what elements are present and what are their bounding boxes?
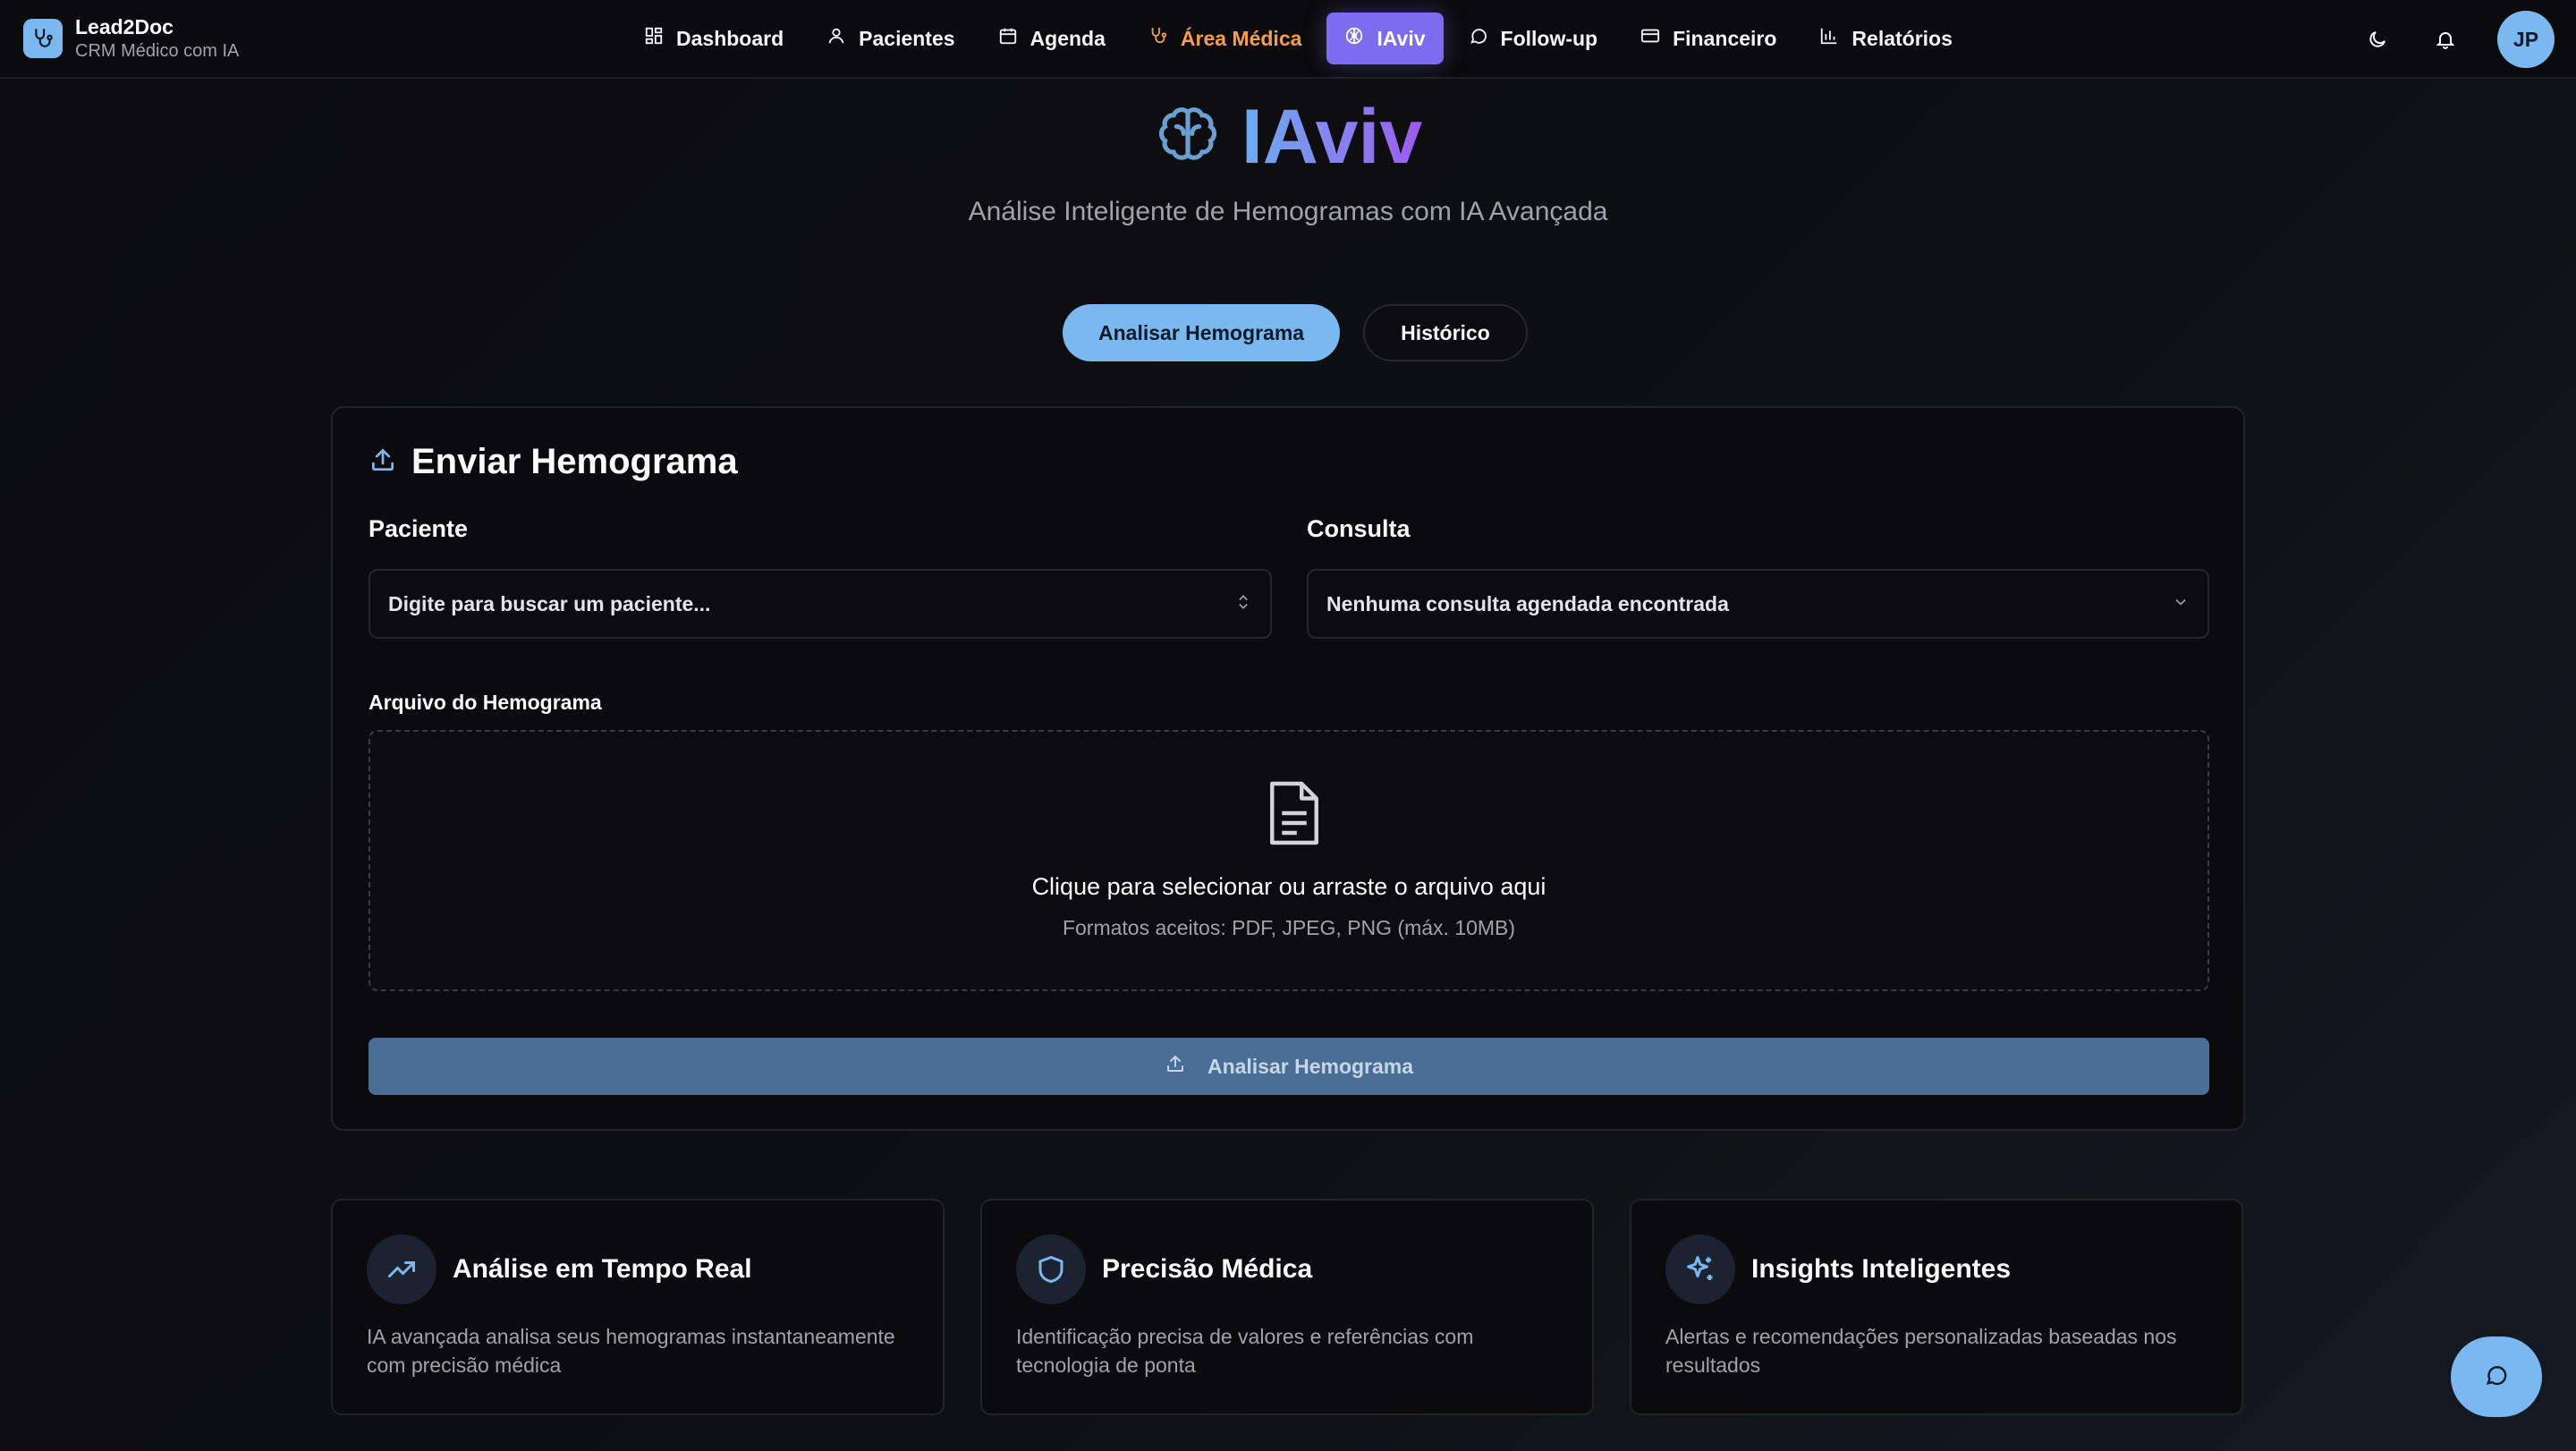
page-subtitle: Análise Inteligente de Hemogramas com IA… bbox=[968, 197, 1608, 226]
nav-label: Relatórios bbox=[1852, 26, 1953, 50]
dropzone-formats: Formatos aceitos: PDF, JPEG, PNG (máx. 1… bbox=[1062, 916, 1516, 939]
nav-label: Pacientes bbox=[859, 26, 955, 50]
file-text-icon bbox=[1265, 778, 1324, 853]
nav-label: Área Médica bbox=[1180, 26, 1302, 50]
nav-item-iaviv[interactable]: IAviv bbox=[1326, 13, 1444, 64]
upload-icon bbox=[369, 445, 397, 479]
chevron-down-icon bbox=[2172, 592, 2190, 616]
file-label: Arquivo do Hemograma bbox=[369, 691, 602, 714]
stethoscope-logo-icon bbox=[23, 19, 63, 58]
consult-select-value: Nenhuma consulta agendada encontrada bbox=[1326, 591, 1729, 615]
feature-card-insights: Insights Inteligentes Alertas e recomend… bbox=[1630, 1199, 2243, 1415]
tab-analisar-hemograma[interactable]: Analisar Hemograma bbox=[1063, 304, 1341, 361]
user-avatar[interactable]: JP bbox=[2497, 11, 2555, 68]
chevrons-up-down-icon bbox=[1234, 592, 1252, 616]
feature-title: Precisão Médica bbox=[1102, 1254, 1313, 1284]
consult-select[interactable]: Nenhuma consulta agendada encontrada bbox=[1307, 569, 2209, 639]
submit-label: Analisar Hemograma bbox=[1207, 1054, 1414, 1078]
view-tabs: Analisar Hemograma Histórico bbox=[1063, 304, 1528, 361]
nav-item-follow-up[interactable]: Follow-up bbox=[1451, 13, 1616, 64]
brain-icon bbox=[1344, 26, 1364, 51]
feature-card-real-time: Análise em Tempo Real IA avançada analis… bbox=[331, 1199, 945, 1415]
patient-label: Paciente bbox=[369, 515, 469, 542]
feature-description: Alertas e recomendações personalizadas b… bbox=[1665, 1325, 2177, 1377]
nav-label: Dashboard bbox=[676, 26, 784, 50]
upload-card: Enviar Hemograma Paciente Digite para bu… bbox=[331, 406, 2245, 1131]
user-icon bbox=[826, 26, 846, 51]
analyze-submit-button[interactable]: Analisar Hemograma bbox=[369, 1038, 2209, 1095]
file-dropzone[interactable]: Clique para selecionar ou arraste o arqu… bbox=[369, 730, 2209, 991]
feature-description: IA avançada analisa seus hemogramas inst… bbox=[367, 1325, 895, 1377]
feature-card-precision: Precisão Médica Identificação precisa de… bbox=[980, 1199, 1594, 1415]
bar-chart-icon bbox=[1819, 26, 1839, 51]
brain-icon bbox=[1154, 101, 1222, 174]
stethoscope-icon bbox=[1148, 26, 1168, 51]
top-right-controls: JP bbox=[2361, 11, 2555, 68]
nav-item-relatorios[interactable]: Relatórios bbox=[1801, 13, 1970, 64]
shield-icon bbox=[1016, 1235, 1086, 1304]
nav-label: Follow-up bbox=[1500, 26, 1598, 50]
tab-historico[interactable]: Histórico bbox=[1363, 304, 1528, 361]
nav-item-pacientes[interactable]: Pacientes bbox=[809, 13, 972, 64]
hero: IAviv Análise Inteligente de Hemogramas … bbox=[0, 97, 2576, 227]
card-title: Enviar Hemograma bbox=[369, 442, 738, 482]
nav-label: Financeiro bbox=[1673, 26, 1777, 50]
patient-search-placeholder: Digite para buscar um paciente... bbox=[388, 591, 711, 615]
theme-toggle-moon-icon[interactable] bbox=[2361, 23, 2394, 55]
brand-subtitle: CRM Médico com IA bbox=[75, 41, 240, 61]
nav-item-agenda[interactable]: Agenda bbox=[980, 13, 1123, 64]
page-title: IAviv bbox=[1241, 94, 1423, 180]
hero-title: IAviv bbox=[1154, 97, 1422, 177]
notifications-bell-icon[interactable] bbox=[2429, 23, 2462, 55]
nav-label: IAviv bbox=[1377, 26, 1426, 50]
dashboard-icon bbox=[644, 26, 664, 51]
sparkles-icon bbox=[1665, 1235, 1735, 1304]
card-heading: Enviar Hemograma bbox=[411, 442, 738, 481]
chat-icon bbox=[1469, 26, 1488, 51]
top-navbar: Lead2Doc CRM Médico com IA Dashboard Pac… bbox=[0, 0, 2576, 79]
dropzone-instruction: Clique para selecionar ou arraste o arqu… bbox=[1031, 873, 1546, 900]
chat-fab-button[interactable] bbox=[2451, 1336, 2542, 1417]
nav-item-area-medica[interactable]: Área Médica bbox=[1131, 13, 1320, 64]
patient-search-combobox[interactable]: Digite para buscar um paciente... bbox=[369, 569, 1272, 639]
nav-item-financeiro[interactable]: Financeiro bbox=[1623, 13, 1794, 64]
feature-title: Análise em Tempo Real bbox=[453, 1254, 752, 1284]
credit-card-icon bbox=[1640, 26, 1660, 51]
chat-icon bbox=[2484, 1362, 2509, 1392]
feature-description: Identificação precisa de valores e refer… bbox=[1016, 1325, 1474, 1377]
feature-title: Insights Inteligentes bbox=[1751, 1254, 2012, 1284]
trending-up-icon bbox=[367, 1235, 436, 1304]
nav-label: Agenda bbox=[1030, 26, 1106, 50]
upload-icon bbox=[1165, 1053, 1186, 1080]
calendar-icon bbox=[998, 26, 1018, 51]
main-nav: Dashboard Pacientes Agenda Área Médica I… bbox=[626, 13, 1970, 64]
brand[interactable]: Lead2Doc CRM Médico com IA bbox=[23, 14, 239, 63]
consult-label: Consulta bbox=[1307, 515, 1411, 542]
nav-item-dashboard[interactable]: Dashboard bbox=[626, 13, 801, 64]
brand-name: Lead2Doc bbox=[75, 15, 174, 38]
